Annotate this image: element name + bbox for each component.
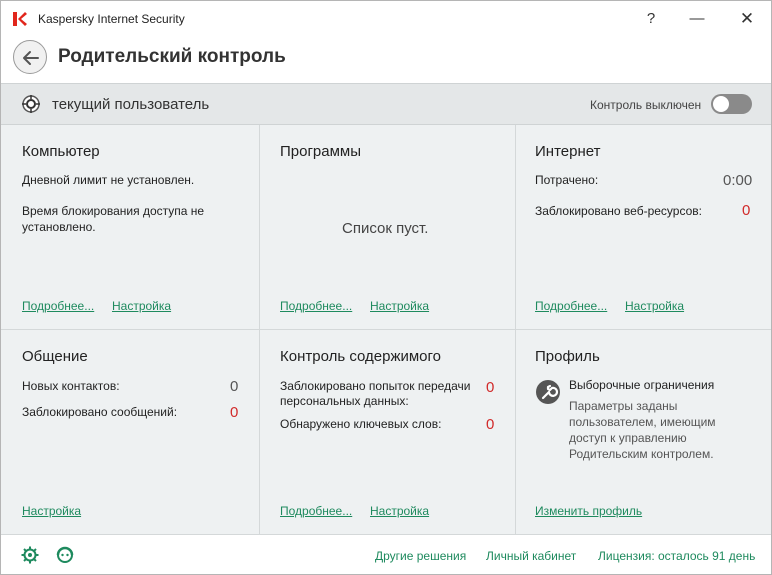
computer-block-time-b: установлено. xyxy=(22,220,96,234)
transfer-attempts-label-b: персональных данных: xyxy=(280,394,409,408)
my-account-link[interactable]: Личный кабинет xyxy=(486,549,576,563)
app-window: Kaspersky Internet Security ? — ✕ Родите… xyxy=(0,0,772,575)
tile-profile-title[interactable]: Профиль xyxy=(535,348,600,365)
communication-settings-link[interactable]: Настройка xyxy=(22,504,81,518)
user-bar: текущий пользователь Контроль выключен xyxy=(1,83,771,125)
blocked-messages-value: 0 xyxy=(230,404,239,421)
computer-daily-limit: Дневной лимит не установлен. xyxy=(22,173,195,187)
content-details-link[interactable]: Подробнее... xyxy=(280,504,352,518)
profile-description-c: доступ к управлению xyxy=(569,431,687,445)
computer-settings-link[interactable]: Настройка xyxy=(112,299,171,313)
help-button[interactable]: ? xyxy=(636,7,666,31)
wrench-icon xyxy=(536,380,560,404)
other-solutions-link[interactable]: Другие решения xyxy=(375,549,466,563)
internet-settings-link[interactable]: Настройка xyxy=(625,299,684,313)
profile-description-a: Параметры заданы xyxy=(569,399,678,413)
content-settings-link[interactable]: Настройка xyxy=(370,504,429,518)
control-toggle[interactable] xyxy=(711,94,752,114)
settings-gear-icon[interactable] xyxy=(21,546,39,564)
divider xyxy=(1,329,771,330)
transfer-attempts-value: 0 xyxy=(486,379,495,396)
current-user-label[interactable]: текущий пользователь xyxy=(52,96,209,113)
keywords-label: Обнаружено ключевых слов: xyxy=(280,417,442,431)
new-contacts-value: 0 xyxy=(230,378,239,395)
minimize-button[interactable]: — xyxy=(682,7,712,31)
computer-block-time-a: Время блокирования доступа не xyxy=(22,204,205,218)
computer-details-link[interactable]: Подробнее... xyxy=(22,299,94,313)
tile-internet-title[interactable]: Интернет xyxy=(535,143,600,160)
blocked-messages-label: Заблокировано сообщений: xyxy=(22,405,178,419)
control-status-label: Контроль выключен xyxy=(590,98,702,112)
back-button[interactable] xyxy=(13,40,47,74)
new-contacts-label: Новых контактов: xyxy=(22,379,120,393)
toggle-knob xyxy=(713,96,729,112)
arrow-left-icon xyxy=(23,51,39,65)
support-agent-icon[interactable] xyxy=(56,546,74,564)
change-profile-link[interactable]: Изменить профиль xyxy=(535,504,642,518)
keywords-value: 0 xyxy=(486,416,495,433)
transfer-attempts-label-a: Заблокировано попыток передачи xyxy=(280,379,471,393)
tile-content-control-title[interactable]: Контроль содержимого xyxy=(280,348,441,365)
tile-communication-title[interactable]: Общение xyxy=(22,348,88,365)
internet-blocked-label: Заблокировано веб-ресурсов: xyxy=(535,204,702,218)
profile-description-d: Родительским контролем. xyxy=(569,447,714,461)
programs-settings-link[interactable]: Настройка xyxy=(370,299,429,313)
internet-details-link[interactable]: Подробнее... xyxy=(535,299,607,313)
kaspersky-logo-icon xyxy=(13,12,27,26)
app-title: Kaspersky Internet Security xyxy=(38,12,185,26)
tile-computer-title[interactable]: Компьютер xyxy=(22,143,100,160)
profile-name: Выборочные ограничения xyxy=(569,378,715,392)
footer: Другие решения Личный кабинет Лицензия: … xyxy=(1,534,771,574)
programs-empty-message: Список пуст. xyxy=(342,220,429,237)
tile-programs-title[interactable]: Программы xyxy=(280,143,361,160)
page-title: Родительский контроль xyxy=(58,46,286,67)
internet-spent-value: 0:00 xyxy=(723,172,753,189)
internet-spent-label: Потрачено: xyxy=(535,173,599,187)
profile-description-b: пользователем, имеющим xyxy=(569,415,716,429)
license-link[interactable]: Лицензия: осталось 91 день xyxy=(598,549,755,563)
programs-details-link[interactable]: Подробнее... xyxy=(280,299,352,313)
internet-blocked-value: 0 xyxy=(742,202,751,219)
close-button[interactable]: ✕ xyxy=(732,7,762,31)
user-gear-icon[interactable] xyxy=(21,94,41,114)
